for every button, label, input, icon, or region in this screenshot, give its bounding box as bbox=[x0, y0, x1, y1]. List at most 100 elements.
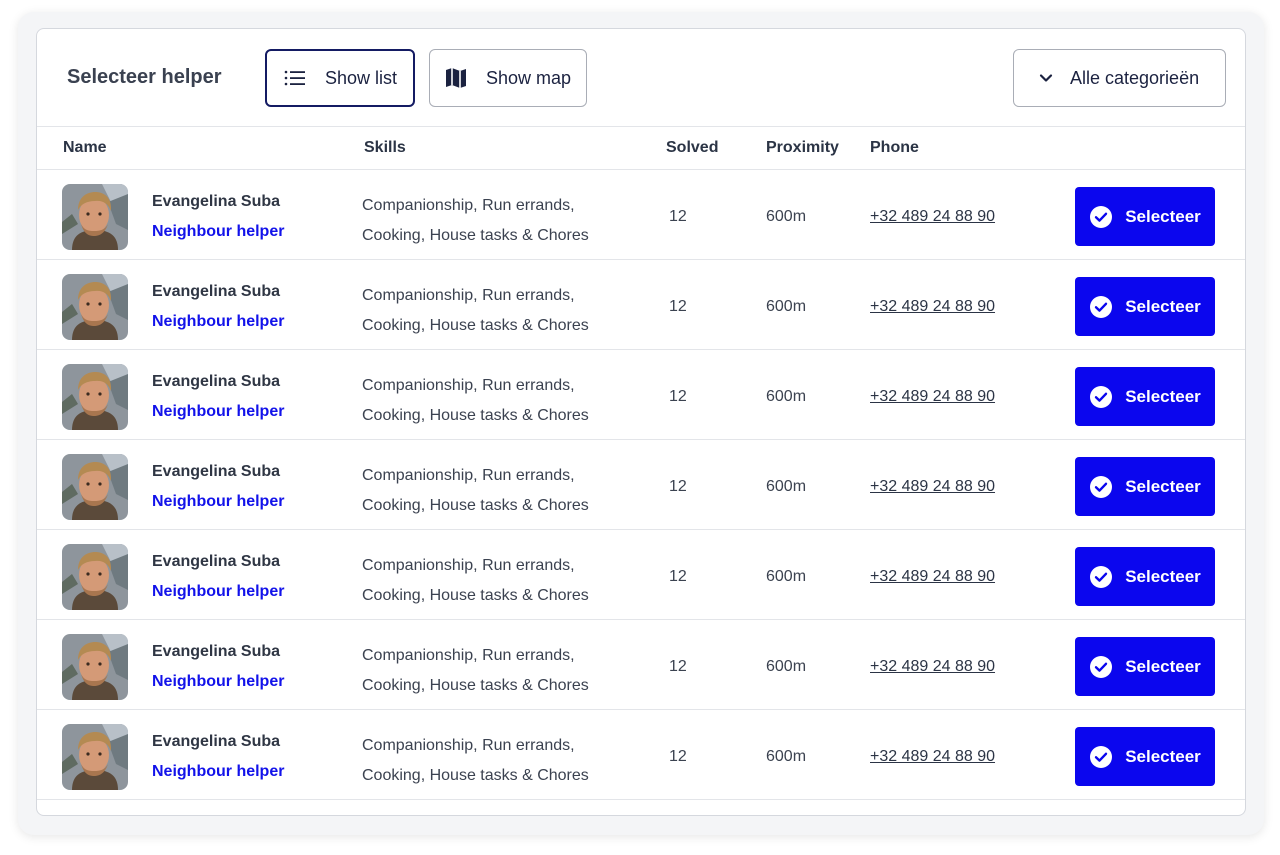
avatar bbox=[62, 724, 128, 790]
column-header-name: Name bbox=[63, 139, 107, 156]
skills-line: Cooking, House tasks & Chores bbox=[362, 407, 589, 424]
phone-link[interactable]: +32 489 24 88 90 bbox=[870, 748, 995, 766]
check-circle-icon bbox=[1089, 205, 1113, 229]
helper-skills: Companionship, Run errands, Cooking, Hou… bbox=[362, 191, 622, 251]
helper-role: Neighbour helper bbox=[152, 403, 285, 420]
select-helper-label: Selecteer bbox=[1125, 656, 1201, 676]
proximity-value: 600m bbox=[766, 658, 807, 675]
helper-role: Neighbour helper bbox=[152, 583, 285, 600]
helper-skills: Companionship, Run errands, Cooking, Hou… bbox=[362, 461, 622, 521]
helper-role: Neighbour helper bbox=[152, 223, 285, 240]
avatar bbox=[62, 184, 128, 250]
avatar bbox=[62, 544, 128, 610]
select-helper-label: Selecteer bbox=[1125, 746, 1201, 766]
avatar bbox=[62, 364, 128, 430]
select-helper-button[interactable]: Selecteer bbox=[1075, 187, 1215, 246]
table-row: Evangelina Suba Neighbour helper Compani… bbox=[37, 350, 1245, 440]
select-helper-button[interactable]: Selecteer bbox=[1075, 367, 1215, 426]
table-header: Name Skills Solved Proximity Phone bbox=[37, 127, 1245, 170]
map-icon bbox=[444, 66, 468, 90]
solved-count: 12 bbox=[669, 658, 687, 675]
helper-skills: Companionship, Run errands, Cooking, Hou… bbox=[362, 641, 622, 701]
helper-role: Neighbour helper bbox=[152, 493, 285, 510]
chevron-down-icon bbox=[1034, 66, 1058, 90]
check-circle-icon bbox=[1089, 745, 1113, 769]
helper-name: Evangelina Suba bbox=[152, 283, 281, 300]
proximity-value: 600m bbox=[766, 478, 807, 495]
select-helper-button[interactable]: Selecteer bbox=[1075, 637, 1215, 696]
toolbar: Selecteer helper Show list Show map Alle… bbox=[37, 29, 1245, 127]
phone-link[interactable]: +32 489 24 88 90 bbox=[870, 298, 995, 316]
proximity-value: 600m bbox=[766, 568, 807, 585]
helper-name: Evangelina Suba bbox=[152, 193, 281, 210]
skills-line: Cooking, House tasks & Chores bbox=[362, 497, 589, 514]
avatar bbox=[62, 274, 128, 340]
skills-line: Companionship, Run errands, bbox=[362, 467, 575, 484]
solved-count: 12 bbox=[669, 208, 687, 225]
select-helper-button[interactable]: Selecteer bbox=[1075, 547, 1215, 606]
phone-link[interactable]: +32 489 24 88 90 bbox=[870, 568, 995, 586]
select-helper-label: Selecteer bbox=[1125, 296, 1201, 316]
phone-link[interactable]: +32 489 24 88 90 bbox=[870, 388, 995, 406]
column-header-phone: Phone bbox=[870, 139, 919, 156]
table-row: Evangelina Suba Neighbour helper Compani… bbox=[37, 620, 1245, 710]
table-row: Evangelina Suba Neighbour helper Compani… bbox=[37, 710, 1245, 800]
proximity-value: 600m bbox=[766, 748, 807, 765]
avatar bbox=[62, 454, 128, 520]
solved-count: 12 bbox=[669, 298, 687, 315]
show-list-button[interactable]: Show list bbox=[265, 49, 415, 107]
table-row: Evangelina Suba Neighbour helper Compani… bbox=[37, 530, 1245, 620]
table-row: Evangelina Suba Neighbour helper Compani… bbox=[37, 440, 1245, 530]
column-header-skills: Skills bbox=[364, 139, 406, 156]
select-helper-label: Selecteer bbox=[1125, 566, 1201, 586]
phone-link[interactable]: +32 489 24 88 90 bbox=[870, 658, 995, 676]
phone-link[interactable]: +32 489 24 88 90 bbox=[870, 478, 995, 496]
check-circle-icon bbox=[1089, 565, 1113, 589]
select-helper-button[interactable]: Selecteer bbox=[1075, 457, 1215, 516]
helper-skills: Companionship, Run errands, Cooking, Hou… bbox=[362, 371, 622, 431]
category-dropdown[interactable]: Alle categorieën bbox=[1013, 49, 1226, 107]
category-dropdown-label: Alle categorieën bbox=[1070, 67, 1200, 88]
solved-count: 12 bbox=[669, 478, 687, 495]
helper-skills: Companionship, Run errands, Cooking, Hou… bbox=[362, 551, 622, 611]
helper-name: Evangelina Suba bbox=[152, 643, 281, 660]
helper-name: Evangelina Suba bbox=[152, 373, 281, 390]
solved-count: 12 bbox=[669, 388, 687, 405]
skills-line: Cooking, House tasks & Chores bbox=[362, 587, 589, 604]
proximity-value: 600m bbox=[766, 208, 807, 225]
select-helper-button[interactable]: Selecteer bbox=[1075, 727, 1215, 786]
helper-select-panel: Selecteer helper Show list Show map Alle… bbox=[36, 28, 1246, 816]
table-row: Evangelina Suba Neighbour helper Compani… bbox=[37, 170, 1245, 260]
column-header-proximity: Proximity bbox=[766, 139, 839, 156]
page-title: Selecteer helper bbox=[67, 66, 222, 88]
skills-line: Companionship, Run errands, bbox=[362, 287, 575, 304]
list-icon bbox=[283, 66, 307, 90]
skills-line: Companionship, Run errands, bbox=[362, 647, 575, 664]
select-helper-label: Selecteer bbox=[1125, 386, 1201, 406]
helper-role: Neighbour helper bbox=[152, 673, 285, 690]
skills-line: Cooking, House tasks & Chores bbox=[362, 767, 589, 784]
skills-line: Companionship, Run errands, bbox=[362, 197, 575, 214]
check-circle-icon bbox=[1089, 655, 1113, 679]
skills-line: Cooking, House tasks & Chores bbox=[362, 317, 589, 334]
skills-line: Companionship, Run errands, bbox=[362, 377, 575, 394]
proximity-value: 600m bbox=[766, 298, 807, 315]
column-header-solved: Solved bbox=[666, 139, 719, 156]
table-body: Evangelina Suba Neighbour helper Compani… bbox=[37, 170, 1245, 800]
skills-line: Cooking, House tasks & Chores bbox=[362, 677, 589, 694]
skills-line: Companionship, Run errands, bbox=[362, 557, 575, 574]
select-helper-button[interactable]: Selecteer bbox=[1075, 277, 1215, 336]
show-map-button[interactable]: Show map bbox=[429, 49, 587, 107]
check-circle-icon bbox=[1089, 475, 1113, 499]
select-helper-label: Selecteer bbox=[1125, 476, 1201, 496]
proximity-value: 600m bbox=[766, 388, 807, 405]
phone-link[interactable]: +32 489 24 88 90 bbox=[870, 208, 995, 226]
helper-skills: Companionship, Run errands, Cooking, Hou… bbox=[362, 731, 622, 791]
helper-name: Evangelina Suba bbox=[152, 553, 281, 570]
helper-role: Neighbour helper bbox=[152, 313, 285, 330]
check-circle-icon bbox=[1089, 385, 1113, 409]
show-list-label: Show list bbox=[325, 67, 398, 88]
helper-name: Evangelina Suba bbox=[152, 733, 281, 750]
check-circle-icon bbox=[1089, 295, 1113, 319]
table-row: Evangelina Suba Neighbour helper Compani… bbox=[37, 260, 1245, 350]
